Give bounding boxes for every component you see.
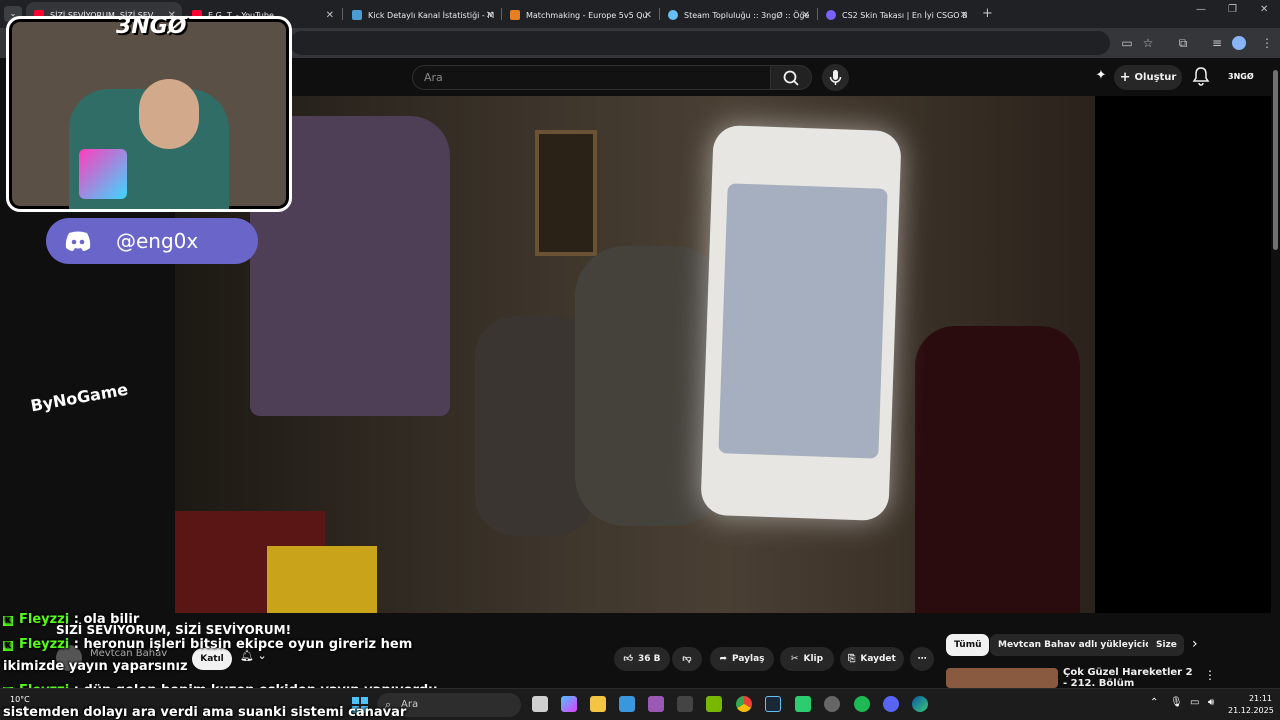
- chat-message: K Fleyzzi : ola bilir: [3, 612, 140, 627]
- tray-chevron-icon[interactable]: ⌃: [1150, 697, 1158, 708]
- kick-stats-icon: [352, 10, 362, 20]
- copilot-icon[interactable]: [561, 696, 577, 712]
- chat-message: K Fleyzzi : heronun işleri bitsin ekipce …: [3, 637, 413, 652]
- cam-logo: 3NGØ: [116, 14, 187, 39]
- profile-avatar[interactable]: [1232, 36, 1246, 50]
- chip-from-uploader[interactable]: Mevtcan Bahav adlı yükleyiciden: [990, 634, 1173, 656]
- close-tab-icon[interactable]: ✕: [486, 10, 494, 21]
- file-explorer-icon[interactable]: [590, 696, 606, 712]
- recommended-thumbnail[interactable]: [946, 668, 1058, 688]
- notifications-bell-icon[interactable]: [1192, 66, 1210, 90]
- thumbs-up-icon: 👍︎: [623, 654, 633, 664]
- chip-all[interactable]: Tümü: [946, 634, 990, 656]
- dislike-button[interactable]: 👎︎: [672, 647, 702, 671]
- sponsor-logo: ByNoGame: [29, 379, 130, 416]
- app-icon[interactable]: [795, 696, 811, 712]
- weather-widget[interactable]: 10°C: [10, 695, 30, 704]
- xbox-icon[interactable]: [648, 696, 664, 712]
- notification-bell-button[interactable]: 🔔︎ ⌄: [240, 649, 280, 671]
- kick-icon: K: [3, 641, 13, 651]
- recommended-menu-icon[interactable]: ⋮: [1204, 668, 1216, 682]
- edge-icon[interactable]: [912, 696, 928, 712]
- bookmark-star-icon[interactable]: ☆: [1139, 34, 1157, 52]
- share-icon: ➦: [719, 654, 727, 664]
- streamer-face: [139, 79, 199, 149]
- like-button[interactable]: 👍︎ 36 B: [614, 647, 670, 671]
- app-icon[interactable]: [677, 696, 693, 712]
- save-button[interactable]: ⎘ Kaydet: [840, 647, 904, 671]
- discord-badge: @eng0x: [46, 218, 258, 264]
- recommended-title[interactable]: Çok Güzel Hareketler 2 - 212. Bölüm: [1063, 667, 1198, 689]
- browser-tab[interactable]: Matchmaking - Europe 5v5 Qu ✕: [502, 2, 658, 28]
- new-tab-icon[interactable]: +: [982, 6, 993, 21]
- scissors-icon: ✂: [790, 654, 799, 664]
- video-side-letterbox: [1095, 96, 1271, 613]
- voice-search-button[interactable]: [822, 64, 849, 91]
- clip-button[interactable]: ✂ Klip: [780, 647, 834, 671]
- nvidia-icon[interactable]: [706, 696, 722, 712]
- kick-icon: K: [3, 616, 13, 626]
- streamer-webcam: [6, 16, 292, 212]
- microphone-icon: [829, 70, 842, 85]
- browser-tab[interactable]: Kick Detaylı Kanal İstatistiği - M ✕: [344, 2, 500, 28]
- bookmark-icon: ⎘: [848, 654, 856, 664]
- phone-screen: [718, 183, 888, 459]
- close-tab-icon[interactable]: ✕: [802, 10, 810, 21]
- restore-icon[interactable]: ❐: [1228, 4, 1237, 15]
- browser-tab[interactable]: Steam Topluluğu :: 3ngØ :: Öğe ✕: [660, 2, 816, 28]
- close-tab-icon[interactable]: ✕: [644, 10, 652, 21]
- skin-trade-icon: [826, 10, 836, 20]
- cup-icon: [79, 149, 127, 199]
- system-clock[interactable]: 21:11 21.12.2025: [1228, 693, 1274, 717]
- scrollbar-thumb[interactable]: [1273, 70, 1278, 250]
- chat-message: ikimizde yayın yaparsınız: [3, 659, 188, 674]
- wall-portrait: [535, 130, 597, 256]
- reading-list-icon[interactable]: ≡: [1208, 34, 1226, 52]
- app-icon[interactable]: [824, 696, 840, 712]
- search-input[interactable]: Ara: [412, 65, 770, 90]
- share-button[interactable]: ➦ Paylaş: [710, 647, 774, 671]
- minimize-icon[interactable]: —: [1196, 4, 1206, 15]
- sparkle-icon[interactable]: ✦: [1092, 68, 1110, 86]
- thumbs-down-icon: 👎︎: [682, 654, 692, 664]
- account-avatar[interactable]: 3NGØ: [1228, 67, 1254, 87]
- browser-menu-icon[interactable]: ⋮: [1258, 34, 1276, 52]
- gaming-chair: [915, 326, 1080, 613]
- search-icon: [783, 70, 799, 86]
- page-scrollbar[interactable]: [1271, 58, 1280, 688]
- chrome-icon[interactable]: [736, 696, 752, 712]
- chip-for-you[interactable]: Size: [1148, 634, 1184, 656]
- address-bar[interactable]: [290, 31, 1110, 55]
- matchmaking-icon: [510, 10, 520, 20]
- chat-message: sistemden dolayı ara verdi ama suanki si…: [3, 705, 407, 720]
- close-tab-icon[interactable]: ✕: [326, 10, 334, 21]
- chevron-right-icon[interactable]: ›: [1192, 636, 1198, 652]
- volume-icon[interactable]: 🔊︎: [1208, 697, 1214, 708]
- network-icon[interactable]: ▭: [1190, 697, 1199, 708]
- microphone-icon[interactable]: 🎙︎: [1170, 697, 1183, 708]
- app-icon[interactable]: [883, 696, 899, 712]
- store-icon[interactable]: [619, 696, 635, 712]
- create-button[interactable]: + Oluştur: [1114, 65, 1182, 90]
- more-actions-button[interactable]: ⋯: [910, 647, 934, 671]
- plus-icon: +: [1119, 70, 1131, 85]
- close-tab-icon[interactable]: ✕: [960, 10, 968, 21]
- browser-tab[interactable]: CS2 Skin Takası | En İyi CSGO B ✕: [818, 2, 974, 28]
- search-button[interactable]: [770, 65, 812, 90]
- extensions-icon[interactable]: ⧉: [1174, 34, 1192, 52]
- cast-icon[interactable]: ▭: [1118, 34, 1136, 52]
- spotify-icon[interactable]: [854, 696, 870, 712]
- close-window-icon[interactable]: ✕: [1260, 4, 1268, 15]
- steam-icon: [668, 10, 678, 20]
- video-player[interactable]: [175, 96, 1095, 613]
- task-view-icon[interactable]: [532, 696, 548, 712]
- steam-icon[interactable]: [765, 696, 781, 712]
- discord-icon: [65, 231, 91, 251]
- yellow-box: [267, 546, 377, 613]
